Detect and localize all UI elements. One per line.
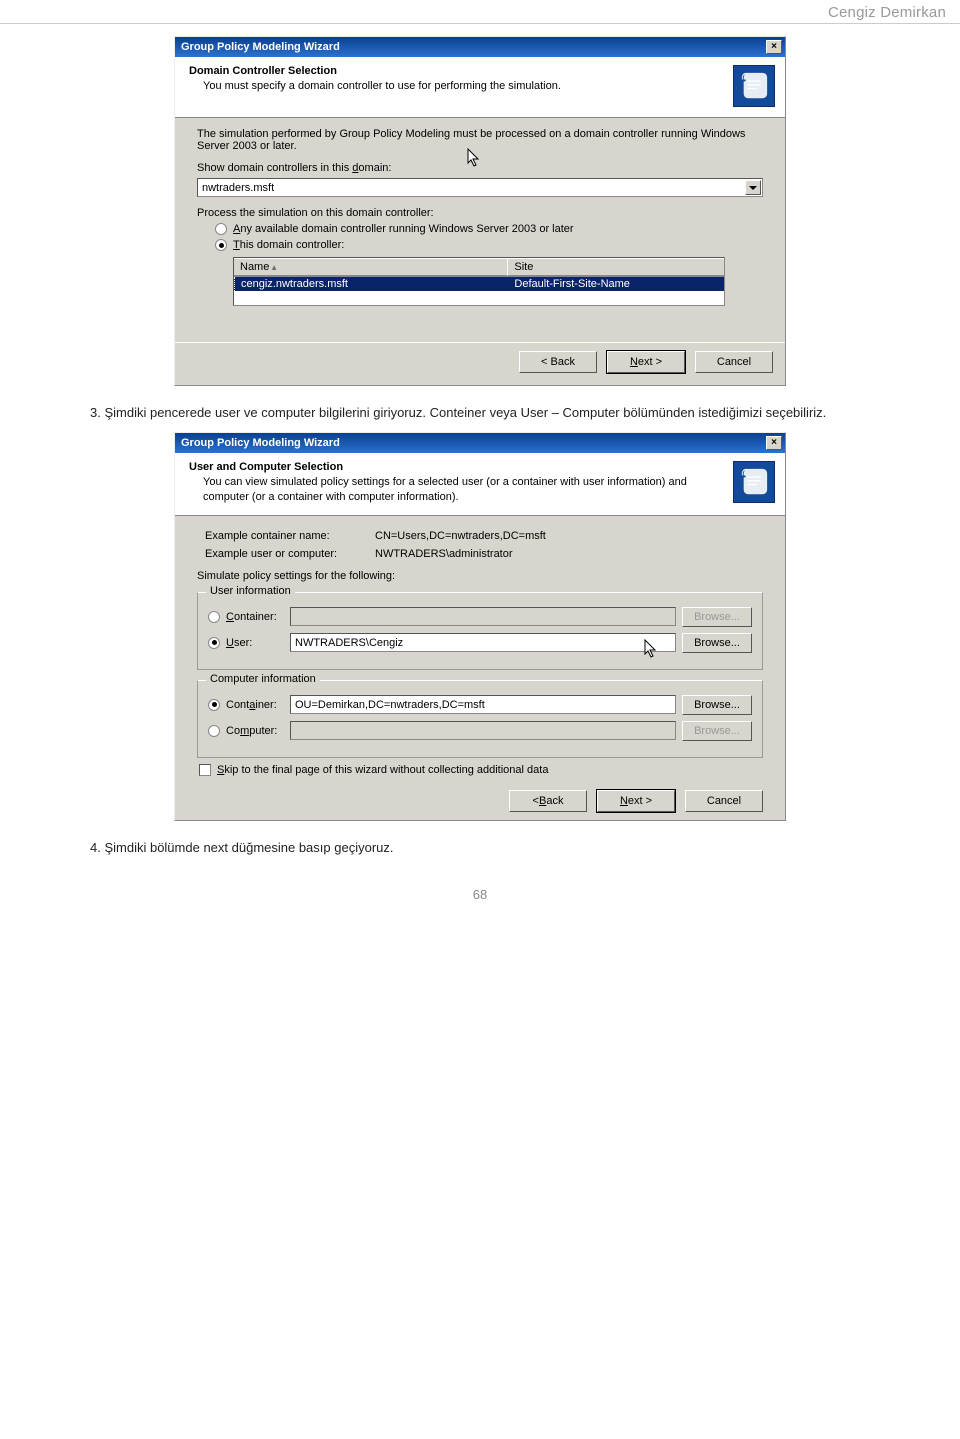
back-button[interactable]: < Back: [519, 351, 597, 373]
wizard-header: Domain Controller Selection You must spe…: [175, 57, 785, 118]
radio-icon: [208, 611, 220, 623]
dc-listview[interactable]: Name Site cengiz.nwtraders.msft Default-…: [233, 257, 725, 306]
radio-any-dc[interactable]: Any available domain controller running …: [215, 223, 763, 235]
col-name[interactable]: Name: [234, 258, 508, 276]
user-container-field: [290, 607, 676, 626]
legend-user: User information: [206, 585, 295, 597]
computer-field: [290, 721, 676, 740]
cancel-button[interactable]: Cancel: [685, 790, 763, 812]
browse-button: Browse...: [682, 721, 752, 741]
radio-icon: [215, 239, 227, 251]
ex-user-value: NWTRADERS\administrator: [375, 548, 763, 560]
comp-container-field[interactable]: OU=Demirkan,DC=nwtraders,DC=msft: [290, 695, 676, 714]
radio-user-container[interactable]: Container:: [208, 611, 284, 623]
cell-name: cengiz.nwtraders.msft: [234, 277, 508, 291]
cursor-icon: [467, 148, 483, 168]
process-label: Process the simulation on this domain co…: [197, 207, 763, 219]
radio-icon: [215, 223, 227, 235]
table-row[interactable]: cengiz.nwtraders.msft Default-First-Site…: [234, 277, 724, 291]
gpm-wizard-dc-selection: Group Policy Modeling Wizard × Domain Co…: [174, 36, 786, 386]
radio-icon: [208, 699, 220, 711]
ex-container-label: Example container name:: [205, 530, 375, 542]
group-computer-info: Computer information Container: OU=Demir…: [197, 680, 763, 758]
titlebar[interactable]: Group Policy Modeling Wizard ×: [175, 433, 785, 453]
wizard-body: The simulation performed by Group Policy…: [175, 118, 785, 342]
window-title: Group Policy Modeling Wizard: [181, 437, 340, 449]
back-button[interactable]: < Back: [509, 790, 587, 812]
listview-header[interactable]: Name Site: [234, 258, 724, 277]
radio-comp-container[interactable]: Container:: [208, 699, 284, 711]
gpm-wizard-user-computer: Group Policy Modeling Wizard × User and …: [174, 432, 786, 821]
body-step-3: 3. Şimdiki pencerede user ve computer bi…: [90, 404, 870, 422]
next-button[interactable]: Next >: [607, 351, 685, 373]
browse-button: Browse...: [682, 607, 752, 627]
skip-checkbox[interactable]: Skip to the final page of this wizard wi…: [199, 764, 763, 776]
wizard-body: Example container name: CN=Users,DC=nwtr…: [175, 516, 785, 820]
domain-value: nwtraders.msft: [202, 182, 274, 194]
radio-this-dc[interactable]: This domain controller:: [215, 239, 763, 251]
ex-container-value: CN=Users,DC=nwtraders,DC=msft: [375, 530, 763, 542]
group-user-info: User information Container: Browse... Us…: [197, 592, 763, 670]
user-field[interactable]: NWTRADERS\Cengiz: [290, 633, 676, 652]
body-step-4: 4. Şimdiki bölümde next düğmesine basıp …: [90, 839, 870, 857]
wizard-subtitle: You must specify a domain controller to …: [189, 79, 733, 94]
wizard-title: User and Computer Selection: [189, 461, 733, 473]
cancel-button[interactable]: Cancel: [695, 351, 773, 373]
simulate-label: Simulate policy settings for the followi…: [197, 570, 763, 582]
radio-icon: [208, 637, 220, 649]
close-icon[interactable]: ×: [766, 40, 782, 54]
legend-computer: Computer information: [206, 673, 320, 685]
window-title: Group Policy Modeling Wizard: [181, 41, 340, 53]
domain-combo[interactable]: nwtraders.msft: [197, 178, 763, 197]
radio-user[interactable]: User:: [208, 637, 284, 649]
page-header: Cengiz Demirkan: [0, 0, 960, 24]
cell-site: Default-First-Site-Name: [508, 277, 724, 291]
wizard-header: User and Computer Selection You can view…: [175, 453, 785, 516]
radio-computer[interactable]: Computer:: [208, 725, 284, 737]
radio-icon: [208, 725, 220, 737]
checkbox-icon: [199, 764, 211, 776]
chevron-down-icon[interactable]: [745, 180, 761, 195]
browse-button[interactable]: Browse...: [682, 695, 752, 715]
cursor-icon: [644, 639, 660, 659]
col-site[interactable]: Site: [508, 258, 724, 276]
scroll-icon: [733, 461, 775, 503]
next-button[interactable]: Next >: [597, 790, 675, 812]
close-icon[interactable]: ×: [766, 436, 782, 450]
page-number: 68: [0, 887, 960, 902]
wizard-buttons: < Back Next > Cancel: [197, 780, 763, 814]
titlebar[interactable]: Group Policy Modeling Wizard ×: [175, 37, 785, 57]
wizard-subtitle: You can view simulated policy settings f…: [189, 475, 733, 505]
wizard-title: Domain Controller Selection: [189, 65, 733, 77]
wizard-buttons: < Back Next > Cancel: [175, 342, 785, 385]
browse-button[interactable]: Browse...: [682, 633, 752, 653]
examples: Example container name: CN=Users,DC=nwtr…: [205, 530, 763, 560]
ex-user-label: Example user or computer:: [205, 548, 375, 560]
scroll-icon: [733, 65, 775, 107]
